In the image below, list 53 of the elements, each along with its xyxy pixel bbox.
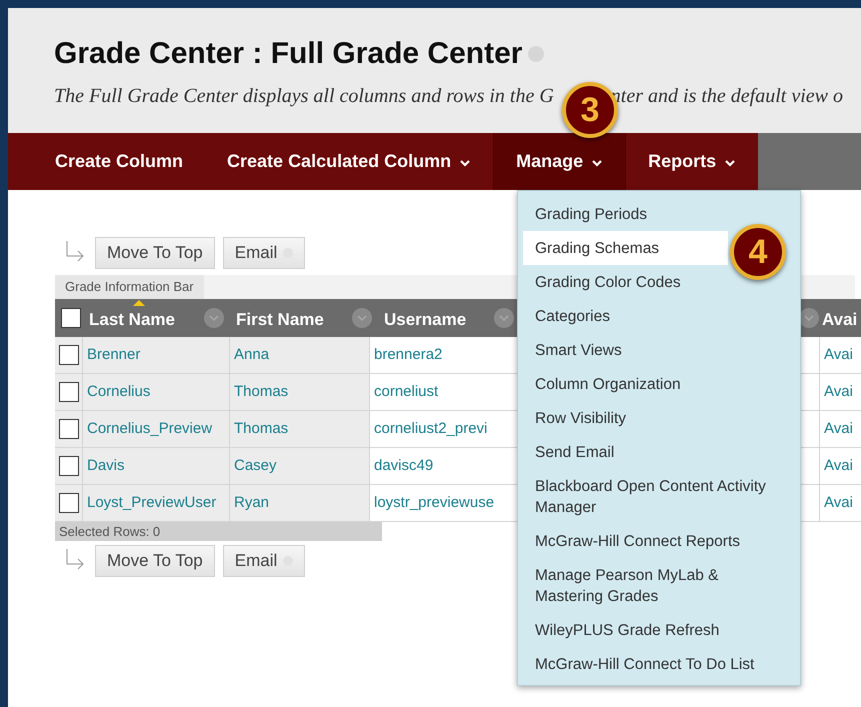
- nav-tab[interactable]: Reports: [626, 133, 758, 190]
- table-cell-text: davisc49: [374, 456, 434, 476]
- menu-item[interactable]: WileyPLUS Grade Refresh: [518, 613, 800, 647]
- column-header[interactable]: Avai: [819, 299, 861, 337]
- menu-item[interactable]: Grading Schemas: [523, 231, 728, 265]
- grade-information-bar[interactable]: Grade Information Bar: [55, 275, 204, 298]
- page-description: The Full Grade Center displays all columns and rows in the G: [54, 84, 554, 109]
- table-cell-text: Avai: [824, 344, 853, 365]
- table-cell-text: Thomas: [234, 382, 288, 402]
- selected-rows-bar: Selected Rows: 0: [55, 522, 382, 541]
- table-cell-text: Avai: [824, 418, 853, 439]
- email-button[interactable]: Email: [222, 545, 306, 577]
- menu-item[interactable]: Categories: [518, 299, 800, 333]
- row-checkbox[interactable]: [58, 493, 78, 513]
- menu-item[interactable]: Send Email: [518, 435, 800, 469]
- table-cell-text: corneliust2_previ: [374, 418, 488, 439]
- table-cell-text: Anna: [234, 344, 270, 365]
- page-title: Grade Center : Full Grade Center: [54, 36, 522, 72]
- select-all-checkbox[interactable]: [61, 308, 81, 328]
- nav-tab[interactable]: Create Column: [33, 133, 206, 190]
- table-cell-text: brennera2: [374, 344, 442, 365]
- table-cell-text: Ryan: [234, 492, 270, 513]
- move-to-top-button[interactable]: Move To Top: [95, 545, 215, 577]
- nav-tab[interactable]: Create Calculated Column: [205, 133, 494, 190]
- column-header[interactable]: Last Name: [81, 299, 177, 337]
- chevron-down-icon: [459, 159, 472, 167]
- table-cell-text: Avai: [824, 492, 853, 513]
- chevron-down-icon: [591, 159, 604, 167]
- menu-item[interactable]: Row Visibility: [518, 401, 800, 435]
- menu-item[interactable]: Manage Pearson MyLab & Mastering Grades: [518, 558, 800, 613]
- nav-tab[interactable]: Manage: [493, 133, 626, 190]
- menu-item[interactable]: McGraw-Hill Connect Reports: [518, 524, 800, 558]
- table-cell-text: Avai: [824, 456, 853, 476]
- table-cell-text: loystr_previewuse: [374, 492, 494, 513]
- move-to-top-button[interactable]: Move To Top: [95, 237, 215, 269]
- menu-item[interactable]: Column Organization: [518, 367, 800, 401]
- table-cell-text: Thomas: [234, 418, 288, 439]
- menu-item[interactable]: Blackboard Open Content Activity Manager: [518, 469, 800, 524]
- email-button[interactable]: Email: [222, 237, 306, 269]
- row-checkbox[interactable]: [58, 345, 78, 365]
- menu-item[interactable]: McGraw-Hill Connect To Do List: [518, 647, 800, 681]
- row-checkbox[interactable]: [58, 419, 78, 439]
- table-cell[interactable]: Davis: [87, 454, 125, 478]
- menu-item[interactable]: Smart Views: [518, 333, 800, 367]
- column-header[interactable]: First Name: [228, 299, 326, 337]
- table-cell-text: corneliust: [374, 382, 438, 402]
- row-checkbox[interactable]: [58, 382, 78, 402]
- chevron-down-icon: [724, 159, 736, 167]
- table-cell-text: Avai: [824, 382, 853, 402]
- sort-indicator-icon: [133, 300, 145, 306]
- row-checkbox[interactable]: [58, 456, 78, 476]
- column-header[interactable]: Username: [376, 299, 468, 337]
- table-cell-text: Casey: [234, 456, 277, 476]
